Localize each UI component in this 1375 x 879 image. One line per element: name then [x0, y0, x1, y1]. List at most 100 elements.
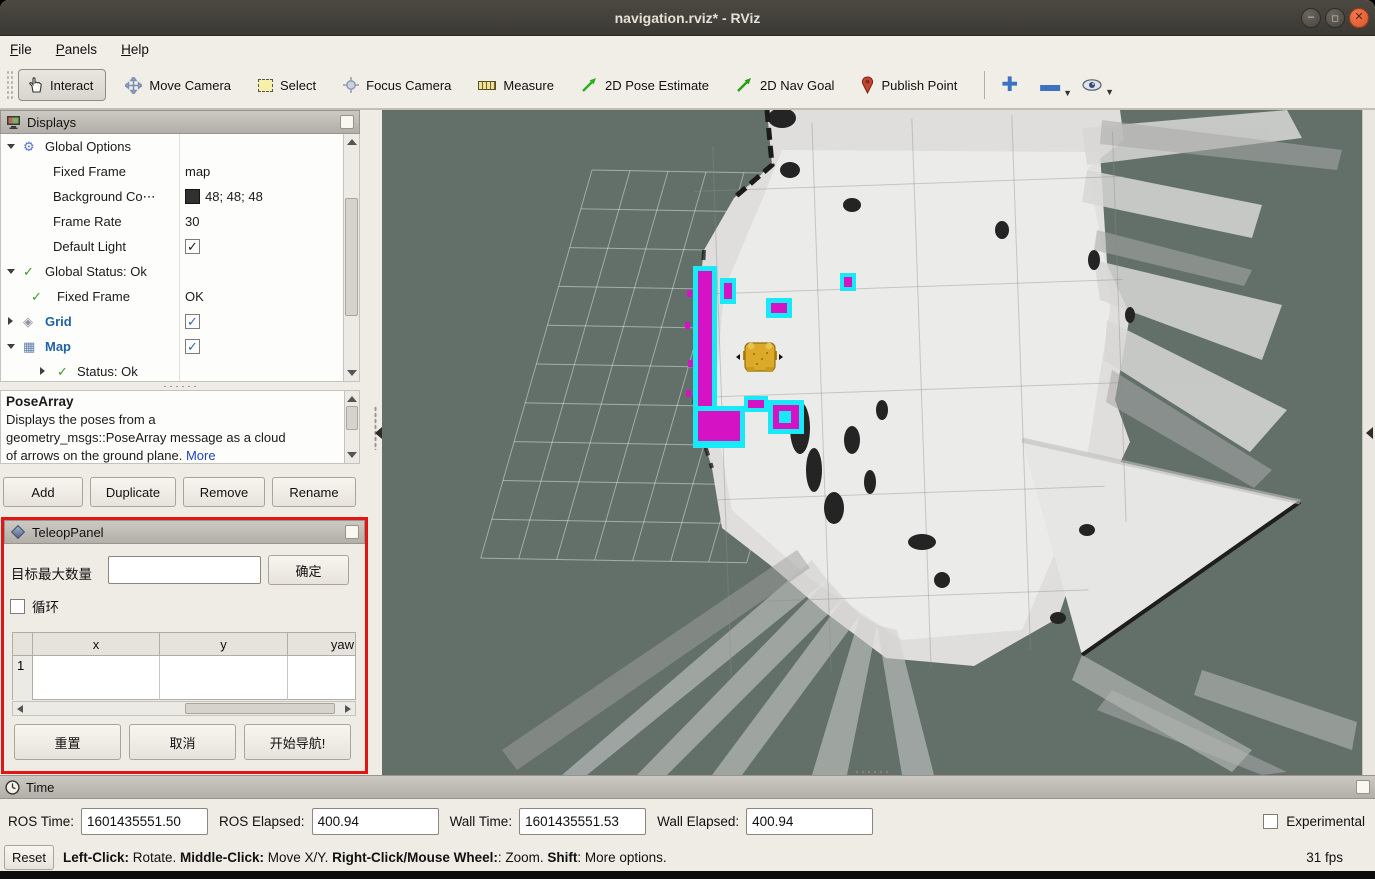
wall-elapsed-input[interactable] [746, 808, 873, 835]
start-navigation-button[interactable]: 开始导航! [244, 724, 351, 760]
checkbox-unchecked[interactable] [10, 599, 25, 614]
scroll-right-icon[interactable] [345, 705, 351, 713]
nav-goal-tool[interactable]: 2D Nav Goal [736, 77, 834, 93]
checkbox-unchecked[interactable] [1263, 814, 1278, 829]
zoom-out-button[interactable]: ▬▼ [1040, 78, 1060, 92]
column-header-x[interactable]: x [33, 633, 160, 655]
duplicate-button[interactable]: Duplicate [90, 477, 176, 507]
color-swatch[interactable] [185, 189, 200, 204]
scroll-up-icon[interactable] [347, 139, 357, 145]
pose-estimate-tool[interactable]: 2D Pose Estimate [581, 77, 709, 93]
rename-button[interactable]: Rename [272, 477, 356, 507]
tree-row-global-status[interactable]: ✓ Global Status: Ok [1, 259, 359, 284]
tree-row-background-color[interactable]: Background Co⋯ 48; 48; 48 [1, 184, 359, 209]
scrollbar-thumb[interactable] [185, 703, 335, 714]
teleop-cancel-button[interactable]: 取消 [129, 724, 236, 760]
menu-panels[interactable]: Panels [56, 42, 97, 57]
confirm-button[interactable]: 确定 [268, 555, 349, 585]
publish-point-tool[interactable]: Publish Point [861, 76, 957, 94]
wall-time-input[interactable] [519, 808, 646, 835]
cell-yaw[interactable] [288, 656, 355, 700]
tree-row-map[interactable]: ▦ Map ✓ [1, 334, 359, 359]
dropdown-arrow-icon[interactable]: ▼ [1105, 87, 1114, 97]
minimize-button[interactable]: – [1301, 8, 1321, 28]
menu-help[interactable]: Help [121, 42, 149, 57]
teleop-panel-header[interactable]: TeleopPanel [4, 520, 365, 544]
description-scrollbar[interactable] [344, 391, 359, 463]
cell-x[interactable] [33, 656, 160, 700]
expander-down-icon[interactable] [7, 269, 15, 274]
float-panel-button[interactable] [345, 525, 359, 539]
scroll-up-icon[interactable] [347, 396, 357, 402]
select-tool[interactable]: Select [258, 78, 316, 93]
move-camera-tool[interactable]: Move Camera [125, 77, 231, 94]
checkbox-checked[interactable]: ✓ [185, 239, 200, 254]
collapsed-right-panel[interactable] [1362, 110, 1375, 775]
goal-count-input[interactable] [108, 556, 261, 584]
tree-row-fixed-frame[interactable]: Fixed Frame map [1, 159, 359, 184]
zoom-in-button[interactable]: ✚ [1001, 76, 1018, 94]
tree-row-default-light[interactable]: Default Light ✓ [1, 234, 359, 259]
focus-camera-tool[interactable]: Focus Camera [343, 77, 451, 93]
toolbar: Interact Move Camera Select Focus Camera… [0, 62, 1375, 110]
expander-right-icon[interactable] [8, 317, 13, 325]
waypoint-table[interactable]: x y yaw 1 [12, 632, 356, 700]
render-canvas[interactable] [382, 110, 1362, 775]
corner-header-cell[interactable] [13, 633, 33, 655]
interact-tool-button[interactable]: Interact [18, 69, 106, 101]
tree-row-frame-rate[interactable]: Frame Rate 30 [1, 209, 359, 234]
loop-checkbox-row[interactable]: 循环 [10, 596, 59, 616]
remove-button[interactable]: Remove [183, 477, 265, 507]
time-panel-header[interactable]: Time [0, 775, 1375, 799]
displays-panel-header[interactable]: Displays [0, 110, 360, 134]
menu-file[interactable]: File [10, 42, 32, 57]
ros-elapsed-input[interactable] [312, 808, 439, 835]
tree-row-grid[interactable]: ◈ Grid ✓ [1, 309, 359, 334]
column-header-y[interactable]: y [160, 633, 288, 655]
experimental-checkbox-row[interactable]: Experimental [1263, 814, 1365, 829]
expander-down-icon[interactable] [7, 144, 15, 149]
column-header-yaw[interactable]: yaw [288, 633, 355, 655]
scroll-down-icon[interactable] [347, 370, 357, 376]
maximize-button[interactable]: ◻ [1325, 8, 1345, 28]
expand-panel-arrow-icon[interactable] [1366, 427, 1373, 439]
add-button[interactable]: Add [3, 477, 83, 507]
visibility-button[interactable]: ▼ [1082, 79, 1102, 91]
more-info-link[interactable]: More [186, 448, 216, 463]
teleop-reset-button[interactable]: 重置 [14, 724, 121, 760]
title-bar[interactable]: navigation.rviz* - RViz – ◻ ✕ [0, 0, 1375, 36]
toolbar-grip[interactable] [6, 70, 14, 100]
displays-panel: Displays ⚙ Global Options Fixed Frame ma… [0, 110, 360, 382]
tree-value[interactable]: map [185, 159, 210, 184]
dropdown-arrow-icon[interactable]: ▼ [1063, 88, 1072, 98]
close-button[interactable]: ✕ [1349, 8, 1369, 28]
tree-row-map-status[interactable]: ✓ Status: Ok [1, 359, 359, 382]
ros-time-input[interactable] [81, 808, 208, 835]
checkbox-checked[interactable]: ✓ [185, 339, 200, 354]
displays-tree[interactable]: ⚙ Global Options Fixed Frame map Backgro… [0, 134, 360, 382]
cell-y[interactable] [160, 656, 288, 700]
displays-scrollbar[interactable] [343, 134, 359, 381]
tree-row-global-options[interactable]: ⚙ Global Options [1, 134, 359, 159]
row-header-cell[interactable]: 1 [13, 656, 33, 700]
scroll-left-icon[interactable] [17, 705, 23, 713]
measure-tool[interactable]: Measure [478, 78, 554, 93]
3d-viewport[interactable] [382, 110, 1362, 775]
float-panel-button[interactable] [1356, 780, 1370, 794]
view-bottom-splitter-dots[interactable] [854, 770, 890, 774]
expander-down-icon[interactable] [7, 344, 15, 349]
scrollbar-thumb[interactable] [346, 406, 358, 430]
scroll-down-icon[interactable] [347, 452, 357, 458]
tree-row-fixed-frame-status[interactable]: ✓ Fixed Frame OK [1, 284, 359, 309]
scrollbar-thumb[interactable] [345, 198, 358, 316]
panel-splitter[interactable] [0, 382, 360, 390]
checkbox-checked[interactable]: ✓ [185, 314, 200, 329]
reset-button[interactable]: Reset [4, 845, 54, 870]
panel-view-splitter[interactable] [372, 110, 382, 775]
tree-value[interactable]: 48; 48; 48 [205, 184, 263, 209]
tree-value[interactable]: 30 [185, 209, 199, 234]
collapse-panel-arrow-icon[interactable] [375, 427, 382, 439]
float-panel-button[interactable] [340, 115, 354, 129]
expander-right-icon[interactable] [40, 367, 45, 375]
table-horizontal-scrollbar[interactable] [12, 701, 356, 716]
